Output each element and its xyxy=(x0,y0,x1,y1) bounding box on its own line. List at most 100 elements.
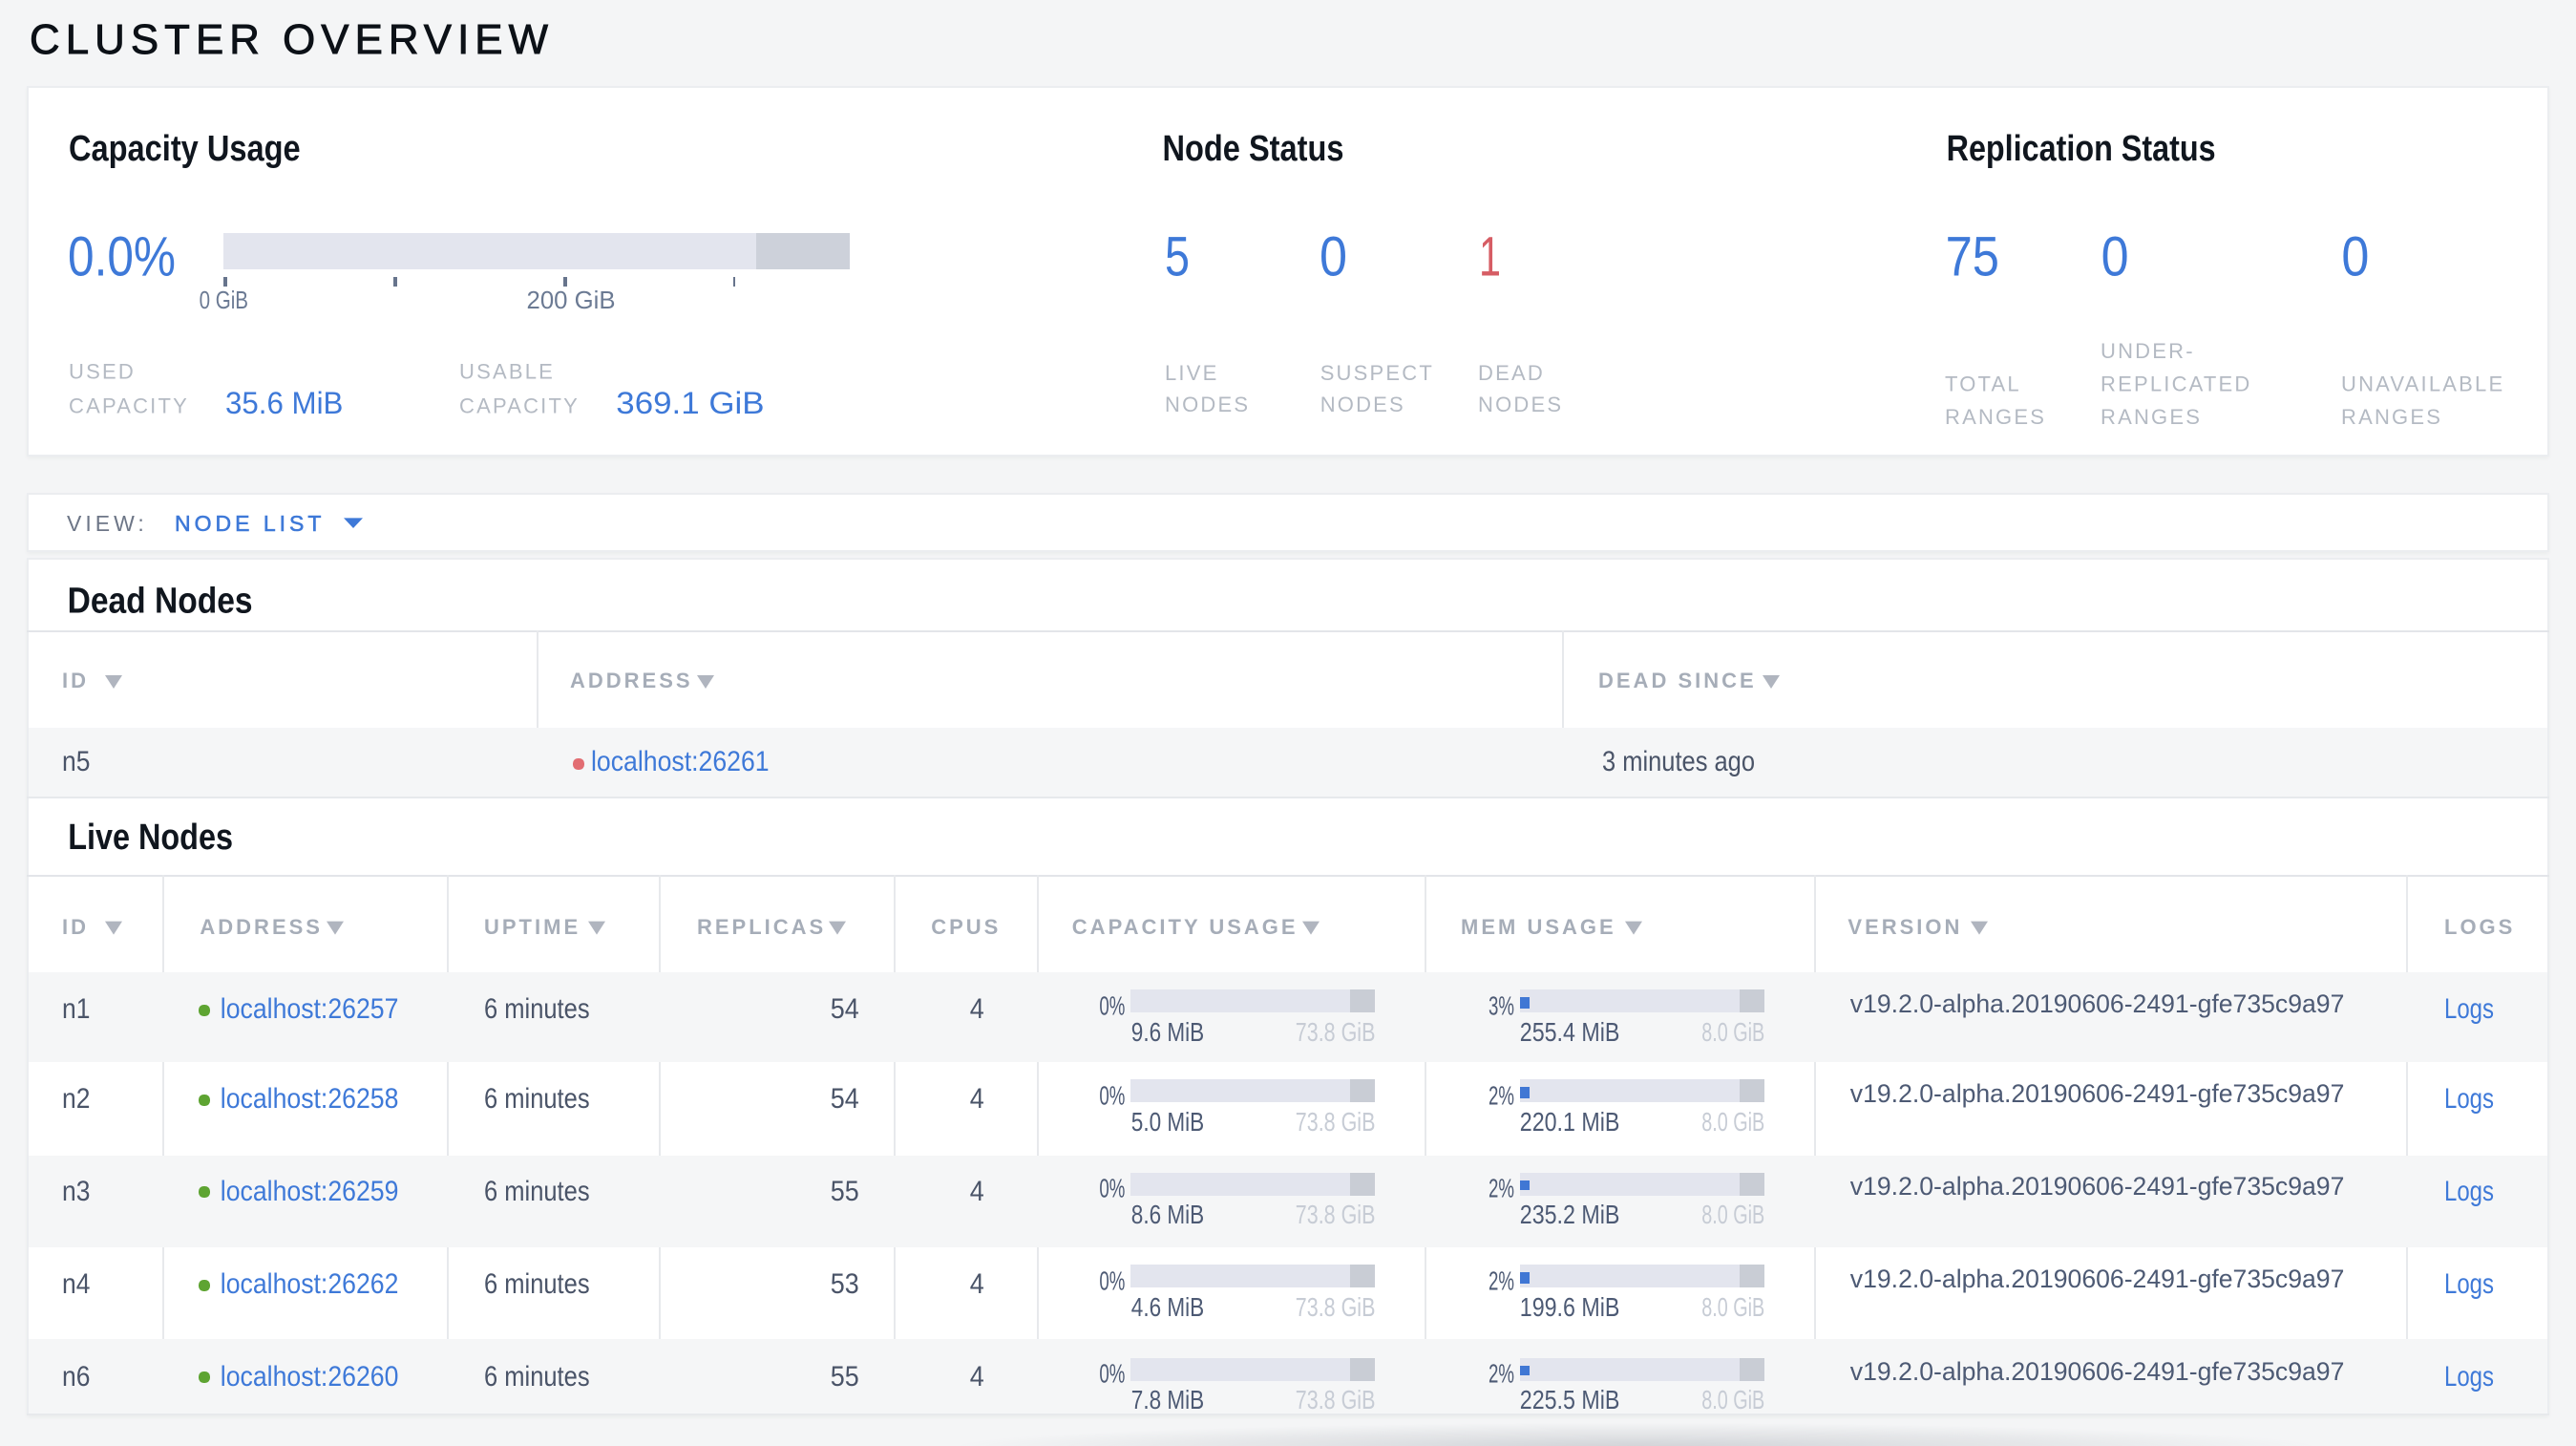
svg-text:9.6 MiB: 9.6 MiB xyxy=(1131,1017,1204,1047)
svg-text:LOGS: LOGS xyxy=(2444,915,2515,939)
svg-text:NODES: NODES xyxy=(1320,393,1405,416)
svg-text:5.0 MiB: 5.0 MiB xyxy=(1131,1107,1204,1137)
svg-text:REPLICAS: REPLICAS xyxy=(697,915,826,939)
svg-text:localhost:26257: localhost:26257 xyxy=(221,993,399,1025)
svg-text:CAPACITY: CAPACITY xyxy=(69,393,189,417)
svg-text:4: 4 xyxy=(970,993,984,1025)
svg-text:6 minutes: 6 minutes xyxy=(484,993,590,1025)
svg-text:3 minutes ago: 3 minutes ago xyxy=(1602,746,1755,777)
svg-text:55: 55 xyxy=(831,1176,859,1207)
svg-text:55: 55 xyxy=(831,1361,859,1393)
svg-text:Node Status: Node Status xyxy=(1163,129,1344,169)
svg-text:2%: 2% xyxy=(1489,1081,1514,1111)
svg-text:Dead Nodes: Dead Nodes xyxy=(68,582,253,622)
svg-text:USABLE: USABLE xyxy=(459,360,555,384)
svg-text:UPTIME: UPTIME xyxy=(484,915,581,939)
svg-text:REPLICATED: REPLICATED xyxy=(2101,372,2252,396)
svg-text:n4: n4 xyxy=(62,1268,90,1300)
svg-text:8.0 GiB: 8.0 GiB xyxy=(1701,1292,1764,1322)
svg-text:225.5 MiB: 225.5 MiB xyxy=(1520,1385,1620,1414)
svg-text:235.2 MiB: 235.2 MiB xyxy=(1520,1200,1620,1229)
svg-text:n6: n6 xyxy=(62,1361,90,1393)
svg-text:Logs: Logs xyxy=(2444,1268,2494,1300)
svg-text:CPUS: CPUS xyxy=(931,915,1001,939)
svg-text:UNAVAILABLE: UNAVAILABLE xyxy=(2341,372,2504,396)
svg-text:73.8 GiB: 73.8 GiB xyxy=(1296,1200,1376,1229)
svg-text:v19.2.0-alpha.20190606-2491-gf: v19.2.0-alpha.20190606-2491-gfe735c9a97 xyxy=(1850,1357,2345,1386)
svg-text:8.0 GiB: 8.0 GiB xyxy=(1701,1385,1764,1414)
svg-text:1: 1 xyxy=(1479,226,1501,288)
svg-text:TOTAL: TOTAL xyxy=(1945,372,2021,396)
svg-text:7.8 MiB: 7.8 MiB xyxy=(1131,1385,1204,1414)
svg-text:54: 54 xyxy=(831,1083,859,1115)
svg-text:73.8 GiB: 73.8 GiB xyxy=(1296,1292,1376,1322)
svg-text:199.6 MiB: 199.6 MiB xyxy=(1520,1292,1620,1322)
svg-text:localhost:26259: localhost:26259 xyxy=(221,1176,399,1207)
svg-text:5: 5 xyxy=(1165,226,1190,288)
svg-text:localhost:26262: localhost:26262 xyxy=(221,1268,399,1300)
svg-text:0: 0 xyxy=(2101,226,2129,288)
svg-text:6 minutes: 6 minutes xyxy=(484,1176,590,1207)
svg-text:4: 4 xyxy=(970,1176,984,1207)
svg-text:73.8 GiB: 73.8 GiB xyxy=(1296,1017,1376,1047)
svg-text:369.1 GiB: 369.1 GiB xyxy=(616,386,764,420)
svg-text:ID: ID xyxy=(62,915,89,939)
svg-text:VERSION: VERSION xyxy=(1848,915,1962,939)
svg-text:4: 4 xyxy=(970,1361,984,1393)
svg-text:Logs: Logs xyxy=(2444,1083,2494,1115)
svg-text:2%: 2% xyxy=(1489,1174,1514,1203)
svg-text:6 minutes: 6 minutes xyxy=(484,1361,590,1393)
svg-text:0%: 0% xyxy=(1099,1358,1125,1388)
svg-text:RANGES: RANGES xyxy=(1945,405,2046,429)
svg-text:73.8 GiB: 73.8 GiB xyxy=(1296,1107,1376,1137)
svg-text:DEAD SINCE: DEAD SINCE xyxy=(1598,669,1757,692)
svg-text:54: 54 xyxy=(831,993,859,1025)
svg-text:8.0 GiB: 8.0 GiB xyxy=(1701,1017,1764,1047)
svg-text:8.0 GiB: 8.0 GiB xyxy=(1701,1200,1764,1229)
svg-text:2%: 2% xyxy=(1489,1358,1514,1388)
svg-text:0.0%: 0.0% xyxy=(68,226,176,288)
svg-text:Logs: Logs xyxy=(2444,993,2494,1025)
svg-text:4: 4 xyxy=(970,1083,984,1115)
svg-text:DEAD: DEAD xyxy=(1478,361,1545,385)
svg-text:v19.2.0-alpha.20190606-2491-gf: v19.2.0-alpha.20190606-2491-gfe735c9a97 xyxy=(1850,1265,2345,1293)
svg-text:0%: 0% xyxy=(1099,1174,1125,1203)
svg-text:localhost:26260: localhost:26260 xyxy=(221,1361,399,1393)
svg-text:220.1 MiB: 220.1 MiB xyxy=(1520,1107,1620,1137)
svg-text:MEM USAGE: MEM USAGE xyxy=(1461,915,1616,939)
svg-text:USED: USED xyxy=(69,360,136,384)
svg-text:NODES: NODES xyxy=(1478,393,1563,416)
svg-text:Logs: Logs xyxy=(2444,1176,2494,1207)
svg-text:4.6 MiB: 4.6 MiB xyxy=(1131,1292,1204,1322)
svg-text:localhost:26258: localhost:26258 xyxy=(221,1083,399,1115)
svg-text:v19.2.0-alpha.20190606-2491-gf: v19.2.0-alpha.20190606-2491-gfe735c9a97 xyxy=(1850,1172,2345,1201)
svg-text:0%: 0% xyxy=(1099,991,1125,1021)
svg-text:n3: n3 xyxy=(62,1176,90,1207)
svg-text:8.6 MiB: 8.6 MiB xyxy=(1131,1200,1204,1229)
svg-text:VIEW:: VIEW: xyxy=(67,511,148,536)
svg-text:v19.2.0-alpha.20190606-2491-gf: v19.2.0-alpha.20190606-2491-gfe735c9a97 xyxy=(1850,1079,2345,1108)
svg-text:3%: 3% xyxy=(1489,991,1514,1021)
svg-text:Logs: Logs xyxy=(2444,1361,2494,1393)
svg-text:n5: n5 xyxy=(62,746,90,777)
svg-text:0 GiB: 0 GiB xyxy=(200,286,248,314)
svg-text:CLUSTER OVERVIEW: CLUSTER OVERVIEW xyxy=(30,16,554,63)
svg-text:LIVE: LIVE xyxy=(1165,361,1219,385)
svg-text:ADDRESS: ADDRESS xyxy=(200,915,323,939)
svg-text:UNDER-: UNDER- xyxy=(2101,339,2195,363)
svg-text:0%: 0% xyxy=(1099,1266,1125,1296)
svg-text:4: 4 xyxy=(970,1268,984,1300)
svg-text:0: 0 xyxy=(1320,226,1347,288)
svg-text:CAPACITY: CAPACITY xyxy=(459,393,580,417)
svg-text:localhost:26261: localhost:26261 xyxy=(591,746,770,777)
svg-text:200 GiB: 200 GiB xyxy=(527,286,616,314)
svg-text:73.8 GiB: 73.8 GiB xyxy=(1296,1385,1376,1414)
svg-text:v19.2.0-alpha.20190606-2491-gf: v19.2.0-alpha.20190606-2491-gfe735c9a97 xyxy=(1850,989,2345,1018)
svg-text:6 minutes: 6 minutes xyxy=(484,1083,590,1115)
svg-text:n1: n1 xyxy=(62,993,90,1025)
svg-text:ID: ID xyxy=(62,669,89,692)
svg-text:2%: 2% xyxy=(1489,1266,1514,1296)
svg-text:75: 75 xyxy=(1946,226,1999,288)
svg-text:Replication Status: Replication Status xyxy=(1947,129,2216,169)
svg-text:NODE LIST: NODE LIST xyxy=(175,511,325,536)
